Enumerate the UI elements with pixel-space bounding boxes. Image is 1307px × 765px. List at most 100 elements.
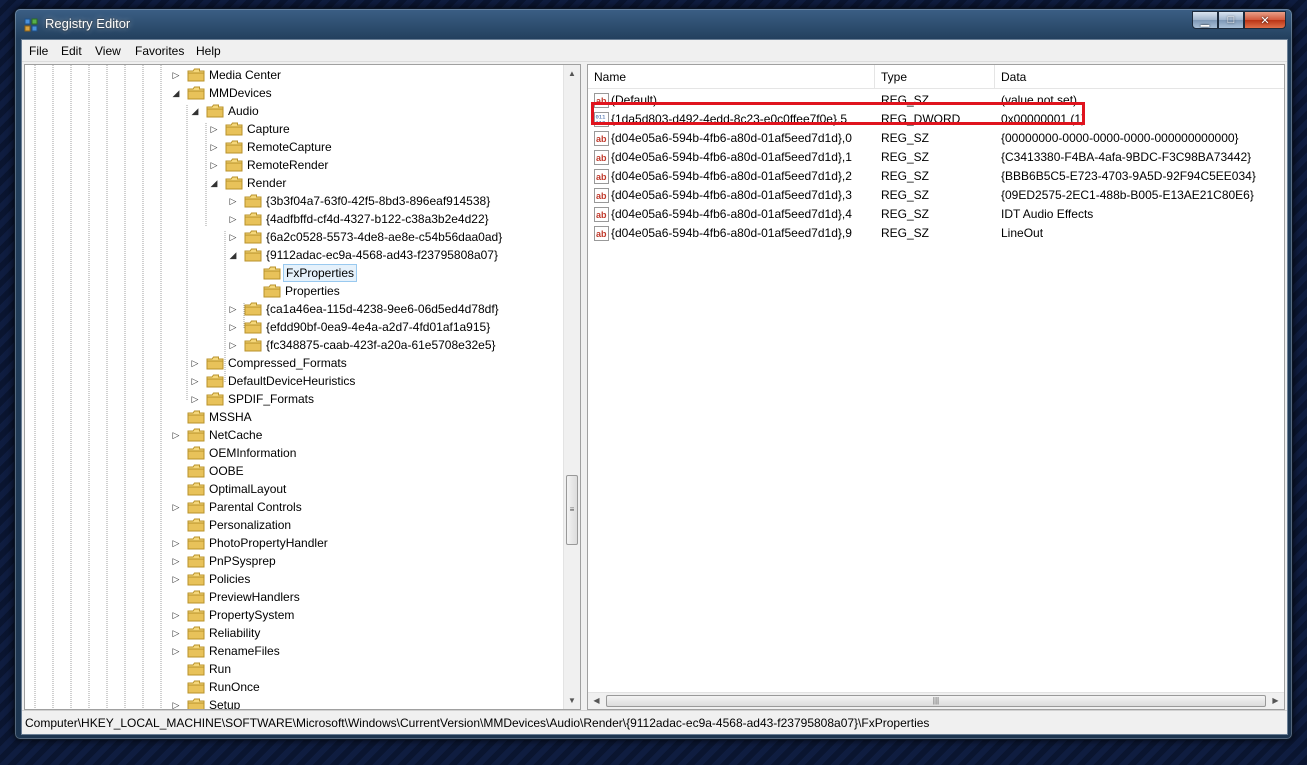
folder-icon (244, 248, 262, 262)
expand-arrow-icon[interactable]: ▷ (169, 534, 183, 552)
value-name: {d04e05a6-594b-4fb6-a80d-01af5eed7d1d},9 (611, 226, 852, 240)
value-row[interactable]: ab {d04e05a6-594b-4fb6-a80d-01af5eed7d1d}… (588, 205, 1284, 224)
scroll-down-arrow-icon[interactable]: ▼ (564, 692, 580, 709)
menu-help[interactable]: Help (196, 44, 221, 58)
folder-icon (225, 140, 243, 154)
expand-arrow-icon[interactable]: ▷ (207, 138, 221, 156)
folder-icon (187, 644, 205, 658)
menu-edit[interactable]: Edit (61, 44, 82, 58)
expand-arrow-icon[interactable]: ▷ (226, 336, 240, 354)
column-header-name[interactable]: Name (588, 65, 875, 89)
folder-icon (187, 554, 205, 568)
expand-arrow-icon[interactable]: ▷ (169, 66, 183, 84)
expand-arrow-icon[interactable]: ▷ (226, 300, 240, 318)
expand-arrow-icon[interactable]: ▷ (188, 390, 202, 408)
tree-item-label: {3b3f04a7-63f0-42f5-8bd3-896eaf914538} (266, 194, 491, 208)
list-header: Name Type Data (588, 65, 1284, 89)
column-header-data[interactable]: Data (995, 65, 1284, 89)
values-list-pane[interactable]: Name Type Data ab (Default) REG_SZ (value n… (587, 64, 1285, 710)
expand-arrow-icon[interactable]: ▷ (169, 642, 183, 660)
value-row[interactable]: ab {d04e05a6-594b-4fb6-a80d-01af5eed7d1d}… (588, 186, 1284, 205)
folder-icon (187, 428, 205, 442)
value-name: {d04e05a6-594b-4fb6-a80d-01af5eed7d1d},0 (611, 131, 852, 145)
string-value-icon: ab (594, 131, 609, 146)
tree-item-label: Render (247, 176, 287, 190)
tree-item-label: Setup (209, 698, 241, 710)
expand-arrow-icon[interactable]: ▷ (226, 210, 240, 228)
tree-item-label: RenameFiles (209, 644, 280, 658)
collapse-arrow-icon[interactable]: ◢ (226, 246, 240, 264)
tree-item-label: OOBE (209, 464, 244, 478)
close-button[interactable]: ✕ (1244, 11, 1286, 29)
collapse-arrow-icon[interactable]: ◢ (169, 84, 183, 102)
folder-icon (187, 86, 205, 100)
scroll-thumb[interactable]: ≡ (566, 475, 578, 545)
tree-item-label: NetCache (209, 428, 263, 442)
folder-icon (187, 698, 205, 709)
value-row[interactable]: ab {d04e05a6-594b-4fb6-a80d-01af5eed7d1d}… (588, 148, 1284, 167)
collapse-arrow-icon[interactable]: ◢ (207, 174, 221, 192)
expand-arrow-icon[interactable]: ▷ (169, 606, 183, 624)
expand-arrow-icon[interactable]: ▷ (169, 624, 183, 642)
tree-item-label: {fc348875-caab-423f-a20a-61e5708e32e5} (266, 338, 496, 352)
scroll-up-arrow-icon[interactable]: ▲ (564, 65, 580, 82)
column-header-type[interactable]: Type (875, 65, 995, 89)
folder-icon (187, 518, 205, 532)
menu-file[interactable]: File (29, 44, 48, 58)
menu-favorites[interactable]: Favorites (135, 44, 184, 58)
svg-text:ab: ab (596, 134, 607, 144)
value-row[interactable]: ab {d04e05a6-594b-4fb6-a80d-01af5eed7d1d}… (588, 167, 1284, 186)
maximize-button[interactable]: □ (1218, 11, 1244, 29)
title-bar[interactable]: Registry Editor ▁ □ ✕ (15, 9, 1292, 39)
svg-text:ab: ab (596, 210, 607, 220)
list-horizontal-scrollbar[interactable]: ◀ ||| ▶ (588, 692, 1284, 709)
value-row[interactable]: ab {d04e05a6-594b-4fb6-a80d-01af5eed7d1d}… (588, 129, 1284, 148)
value-data: {09ED2575-2EC1-488b-B005-E13AE21C80E6} (1001, 188, 1254, 202)
minimize-button[interactable]: ▁ (1192, 11, 1218, 29)
expand-arrow-icon[interactable]: ▷ (169, 498, 183, 516)
value-data: LineOut (1001, 226, 1044, 240)
menu-view[interactable]: View (95, 44, 121, 58)
folder-icon (187, 626, 205, 640)
expand-arrow-icon[interactable]: ▷ (207, 120, 221, 138)
client-area: File Edit View Favorites Help ▷ Media Ce… (21, 39, 1288, 735)
folder-icon (206, 104, 224, 118)
expand-arrow-icon[interactable]: ▷ (207, 156, 221, 174)
expand-arrow-icon[interactable]: ▷ (226, 318, 240, 336)
folder-icon (187, 590, 205, 604)
folder-icon (225, 122, 243, 136)
tree-item-label: PhotoPropertyHandler (209, 536, 328, 550)
value-type: REG_SZ (881, 150, 930, 164)
expand-arrow-icon[interactable]: ▷ (169, 696, 183, 709)
key-tree-pane[interactable]: ▷ Media Center ◢ MMDevices ◢ Audio ▷ Capture ▷ Re… (24, 64, 581, 710)
scroll-left-arrow-icon[interactable]: ◀ (588, 693, 605, 709)
svg-text:ab: ab (596, 191, 607, 201)
expand-arrow-icon[interactable]: ▷ (188, 354, 202, 372)
value-name: {d04e05a6-594b-4fb6-a80d-01af5eed7d1d},1 (611, 150, 852, 164)
tree-item-label: Policies (209, 572, 251, 586)
tree-vertical-scrollbar[interactable]: ▲ ≡ ▼ (563, 65, 580, 709)
tree-item-label: Media Center (209, 68, 282, 82)
value-row[interactable]: ab {d04e05a6-594b-4fb6-a80d-01af5eed7d1d}… (588, 224, 1284, 243)
folder-icon (187, 410, 205, 424)
tree-item-label: PreviewHandlers (209, 590, 300, 604)
expand-arrow-icon[interactable]: ▷ (169, 570, 183, 588)
tree-item-label: DefaultDeviceHeuristics (228, 374, 356, 388)
value-type: REG_SZ (881, 131, 930, 145)
tree-item-label: RemoteCapture (247, 140, 332, 154)
tree-item-label: OEMInformation (209, 446, 297, 460)
scroll-right-arrow-icon[interactable]: ▶ (1267, 693, 1284, 709)
collapse-arrow-icon[interactable]: ◢ (188, 102, 202, 120)
expand-arrow-icon[interactable]: ▷ (188, 372, 202, 390)
registry-editor-window: Registry Editor ▁ □ ✕ File Edit View Fav… (14, 8, 1293, 740)
folder-icon (244, 230, 262, 244)
value-data: {BBB6B5C5-E723-4703-9A5D-92F94C5EE034} (1001, 169, 1256, 183)
expand-arrow-icon[interactable]: ▷ (169, 552, 183, 570)
tree-item-label: Capture (247, 122, 290, 136)
expand-arrow-icon[interactable]: ▷ (226, 192, 240, 210)
expand-arrow-icon[interactable]: ▷ (169, 426, 183, 444)
horizontal-scroll-thumb[interactable]: ||| (606, 695, 1266, 707)
folder-icon (244, 302, 262, 316)
folder-icon (187, 680, 205, 694)
expand-arrow-icon[interactable]: ▷ (226, 228, 240, 246)
